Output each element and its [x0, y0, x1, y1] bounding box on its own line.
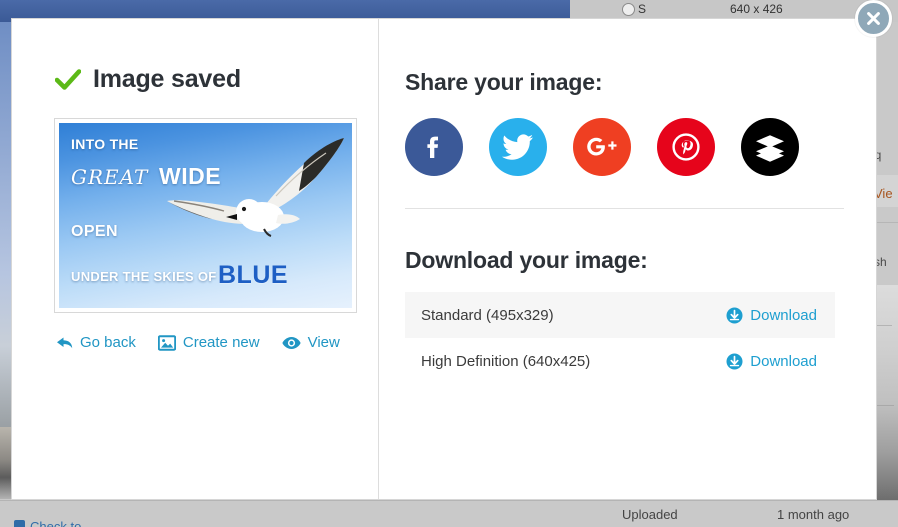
image-preview-frame[interactable]: INTO THE GREAT WIDE OPEN UNDER THE SKIES…	[54, 118, 357, 313]
download-row-hd[interactable]: High Definition (640x425) Download	[405, 338, 835, 384]
facebook-share-button[interactable]	[405, 118, 463, 176]
download-hd-button[interactable]: Download	[726, 353, 817, 370]
facebook-icon	[427, 136, 438, 158]
image-saved-modal: Image saved INTO THE GREAT WIDE OPEN UND…	[11, 18, 877, 500]
close-button[interactable]	[855, 0, 892, 37]
uploaded-time: 1 month ago	[777, 507, 850, 522]
download-standard-label: Standard (495x329)	[421, 306, 554, 324]
preview-line-blue: BLUE	[218, 261, 289, 289]
background-checkbox-icon[interactable]	[14, 520, 25, 527]
preview-line-into: INTO THE	[71, 136, 139, 152]
image-dimensions-label: 640 x 426	[730, 2, 783, 16]
download-hd-label: High Definition (640x425)	[421, 352, 591, 370]
download-icon	[726, 307, 743, 323]
view-button[interactable]: View	[281, 334, 340, 351]
preview-line-wide: WIDE	[159, 163, 222, 189]
size-radio-option[interactable]: S	[622, 2, 646, 16]
download-icon	[726, 353, 743, 369]
download-hd-text: Download	[750, 352, 817, 370]
image-saved-heading: Image saved	[55, 65, 378, 94]
buffer-share-button[interactable]	[741, 118, 799, 176]
create-new-label: Create new	[182, 334, 260, 351]
twitter-icon	[502, 134, 533, 160]
radio-button-icon[interactable]	[622, 2, 635, 16]
back-arrow-icon	[57, 337, 73, 348]
image-icon	[157, 334, 176, 351]
image-action-links: Go back Create new View	[56, 334, 378, 351]
buffer-icon	[756, 135, 784, 162]
googleplus-share-button[interactable]	[573, 118, 631, 176]
social-share-buttons	[405, 118, 844, 176]
eye-icon	[281, 336, 301, 349]
go-back-label: Go back	[80, 334, 136, 351]
pinterest-share-button[interactable]	[657, 118, 715, 176]
twitter-share-button[interactable]	[489, 118, 547, 176]
background-bottom-bar	[0, 500, 898, 527]
preview-line-open: OPEN	[71, 223, 118, 240]
green-check-icon	[55, 68, 81, 90]
uploaded-label: Uploaded	[622, 507, 678, 522]
modal-right-panel: Share your image: Download your image: S…	[379, 19, 876, 499]
googleplus-icon	[587, 137, 617, 156]
screen: S 640 x 426 req Vie sh Uploaded 1 month …	[0, 0, 898, 527]
pinterest-icon	[672, 133, 700, 161]
close-icon	[867, 12, 880, 25]
view-label: View	[307, 334, 340, 351]
background-bottom-link[interactable]: Check to ...	[30, 519, 96, 527]
modal-left-panel: Image saved INTO THE GREAT WIDE OPEN UND…	[12, 19, 378, 499]
create-new-button[interactable]: Create new	[157, 334, 260, 351]
go-back-button[interactable]: Go back	[56, 334, 136, 351]
section-divider	[405, 208, 844, 209]
seagull-illustration	[167, 138, 344, 237]
radio-label: S	[638, 2, 647, 16]
download-row-standard[interactable]: Standard (495x329) Download	[405, 292, 835, 338]
download-standard-button[interactable]: Download	[726, 307, 817, 324]
saved-image-preview: INTO THE GREAT WIDE OPEN UNDER THE SKIES…	[59, 123, 352, 308]
preview-line-under: UNDER THE SKIES OF	[71, 269, 217, 284]
download-section-title: Download your image:	[405, 247, 648, 273]
download-standard-text: Download	[750, 306, 817, 324]
preview-line-great: GREAT	[71, 165, 149, 189]
share-section-title: Share your image:	[405, 69, 603, 95]
page-title: Image saved	[93, 65, 241, 93]
